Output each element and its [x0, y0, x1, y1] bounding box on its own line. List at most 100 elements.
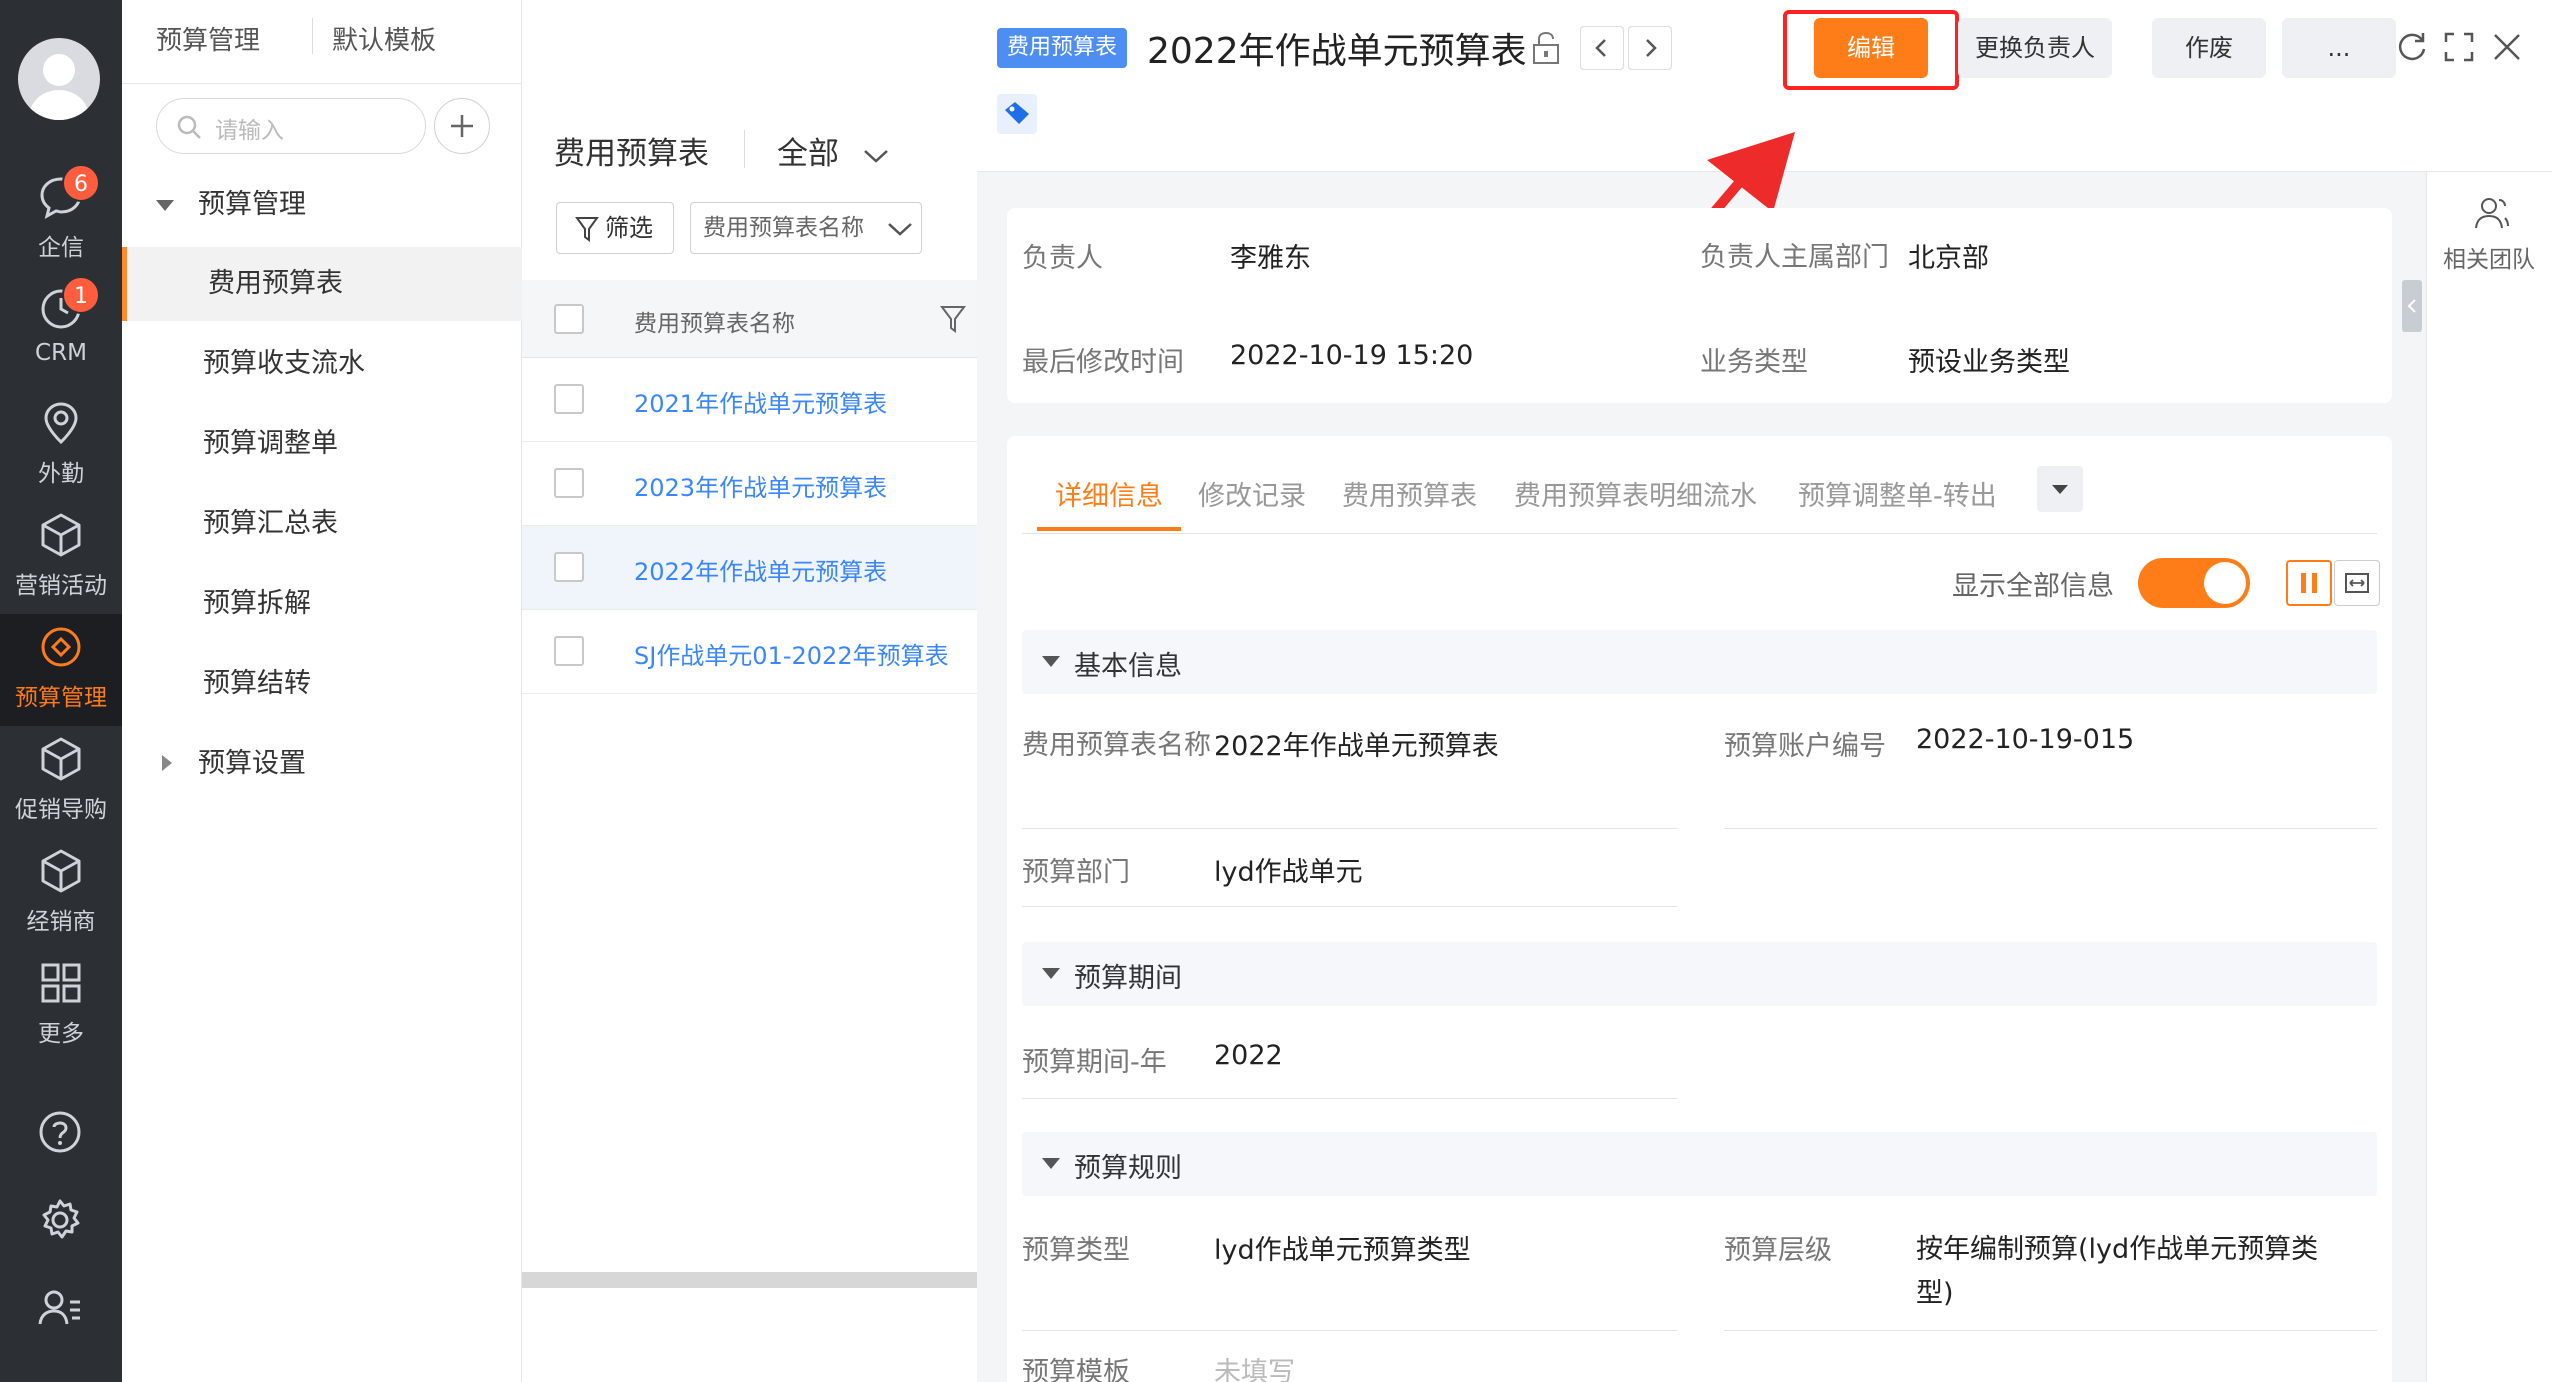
more-tabs-button[interactable]: [2037, 466, 2083, 512]
add-button[interactable]: [434, 98, 490, 154]
sidebar-item-budget-split[interactable]: 预算拆解: [122, 567, 522, 641]
table-row[interactable]: SJ作战单元01-2022年预算表: [522, 610, 977, 694]
divider: [1724, 1330, 2377, 1331]
tree-group-budget[interactable]: 预算管理: [122, 168, 522, 242]
nav-item-budget[interactable]: 预算管理: [0, 614, 122, 726]
tab-budget-management[interactable]: 预算管理: [156, 20, 260, 57]
tab-default-template[interactable]: 默认模板: [332, 20, 436, 57]
nav-item-more[interactable]: 更多: [0, 950, 122, 1062]
divider: [312, 18, 313, 54]
record-link[interactable]: 2021年作战单元预算表: [634, 384, 887, 419]
budget-template-value: 未填写: [1214, 1357, 1295, 1382]
change-owner-button[interactable]: 更换负责人: [1958, 18, 2112, 78]
account-no-value: 2022-10-19-015: [1916, 724, 2135, 755]
divider: [1724, 828, 2377, 829]
nav-item-label: 外勤: [38, 461, 84, 487]
section-budget-period[interactable]: 预算期间: [1022, 942, 2377, 1006]
nav-item-promotion[interactable]: 促销导购: [0, 726, 122, 838]
void-button[interactable]: 作废: [2152, 18, 2266, 78]
search-icon: [175, 113, 203, 141]
nav-item-label: 促销导购: [15, 797, 107, 823]
sidebar-item-budget-flow[interactable]: 预算收支流水: [122, 327, 522, 401]
record-link[interactable]: 2022年作战单元预算表: [634, 552, 887, 587]
sidebar-item-budget-carryover[interactable]: 预算结转: [122, 647, 522, 721]
single-column-layout-button[interactable]: [2334, 560, 2380, 606]
help-icon[interactable]: [36, 1108, 84, 1156]
user-settings-icon[interactable]: [36, 1284, 84, 1332]
more-actions-button[interactable]: ...: [2282, 18, 2396, 78]
tab-details[interactable]: 详细信息: [1055, 474, 1163, 513]
tree-group-settings[interactable]: 预算设置: [122, 727, 522, 801]
sidebar-item-budget-adjust[interactable]: 预算调整单: [122, 407, 522, 481]
tag-icon[interactable]: [997, 94, 1037, 134]
scope-label: 全部: [777, 136, 839, 172]
edit-button[interactable]: 编辑: [1814, 18, 1928, 78]
tab-budget-detail-flow[interactable]: 费用预算表明细流水: [1514, 474, 1757, 513]
horizontal-scrollbar[interactable]: [522, 1272, 977, 1288]
close-icon[interactable]: [2490, 30, 2524, 64]
module-sidebar: 预算管理 默认模板 请输入 预算管理 费用预算表 预算收支流水 预算调整单 预算…: [122, 0, 522, 1382]
record-link[interactable]: SJ作战单元01-2022年预算表: [634, 636, 949, 671]
refresh-icon[interactable]: [2395, 30, 2429, 64]
divider: [1022, 1330, 1677, 1331]
column-filter-icon[interactable]: [940, 304, 966, 334]
owner-value[interactable]: 李雅东: [1230, 236, 1311, 275]
cube-icon: [38, 736, 84, 782]
team-icon[interactable]: [2469, 194, 2509, 230]
owner-label: 负责人: [1022, 243, 1103, 274]
filter-button[interactable]: 筛选: [556, 202, 674, 254]
row-checkbox[interactable]: [554, 636, 584, 666]
scope-dropdown[interactable]: 全部: [777, 128, 889, 173]
filter-label: 筛选: [605, 214, 653, 242]
row-checkbox[interactable]: [554, 552, 584, 582]
select-all-checkbox[interactable]: [554, 304, 584, 334]
budget-type-value: lyd作战单元预算类型: [1214, 1235, 1471, 1266]
period-year-label: 预算期间-年: [1022, 1047, 1167, 1078]
row-checkbox[interactable]: [554, 384, 584, 414]
sidebar-item-expense-budget[interactable]: 费用预算表: [122, 247, 522, 321]
section-budget-rules[interactable]: 预算规则: [1022, 1132, 2377, 1196]
related-team-label[interactable]: 相关团队: [2443, 240, 2535, 274]
next-record-button[interactable]: [1628, 26, 1672, 70]
search-input[interactable]: 请输入: [156, 98, 426, 154]
nav-item-crm[interactable]: 1 CRM: [0, 276, 122, 388]
show-all-toggle[interactable]: [2138, 558, 2250, 608]
search-placeholder: 请输入: [215, 118, 284, 144]
table-row[interactable]: 2022年作战单元预算表: [522, 526, 977, 610]
section-basic-info[interactable]: 基本信息: [1022, 630, 2377, 694]
divider: [1022, 1098, 1677, 1099]
table-row[interactable]: 2021年作战单元预算表: [522, 358, 977, 442]
nav-item-marketing[interactable]: 营销活动: [0, 502, 122, 614]
sidebar-item-label: 预算调整单: [203, 428, 338, 459]
tab-change-log[interactable]: 修改记录: [1198, 474, 1306, 513]
budget-name-value: 2022年作战单元预算表: [1214, 731, 1499, 762]
sidebar-item-budget-summary[interactable]: 预算汇总表: [122, 487, 522, 561]
record-list: 费用预算表 全部 筛选 费用预算表名称 费用预算表名称 2021年作战单元预算表…: [522, 84, 977, 1382]
lock-icon[interactable]: [1530, 30, 1562, 66]
nav-item-label: 更多: [38, 1021, 84, 1047]
biz-type-label: 业务类型: [1700, 347, 1808, 378]
record-link[interactable]: 2023年作战单元预算表: [634, 468, 887, 503]
section-title: 预算规则: [1074, 1153, 1182, 1184]
row-checkbox[interactable]: [554, 468, 584, 498]
prev-record-button[interactable]: [1580, 26, 1624, 70]
field-select[interactable]: 费用预算表名称: [690, 202, 922, 254]
fullscreen-icon[interactable]: [2442, 30, 2476, 64]
nav-item-qixin[interactable]: 6 企信: [0, 164, 122, 276]
settings-gear-icon[interactable]: [36, 1196, 84, 1244]
show-all-label: 显示全部信息: [1952, 571, 2114, 602]
tab-budget-adjust-out[interactable]: 预算调整单-转出: [1798, 474, 1997, 513]
caret-down-icon: [1042, 1158, 1060, 1169]
avatar[interactable]: [18, 38, 100, 120]
collapse-panel-button[interactable]: [2402, 280, 2422, 332]
nav-item-waiqin[interactable]: 外勤: [0, 390, 122, 502]
two-column-layout-button[interactable]: [2286, 560, 2332, 606]
sidebar-item-label: 预算收支流水: [203, 348, 365, 379]
tab-expense-budget[interactable]: 费用预算表: [1342, 474, 1477, 513]
sidebar-item-label: 预算结转: [203, 668, 311, 699]
nav-item-dealer[interactable]: 经销商: [0, 838, 122, 950]
section-title: 基本信息: [1074, 651, 1182, 682]
budget-dept-value: lyd作战单元: [1214, 857, 1363, 888]
table-row[interactable]: 2023年作战单元预算表: [522, 442, 977, 526]
caret-down-icon: [156, 200, 174, 211]
